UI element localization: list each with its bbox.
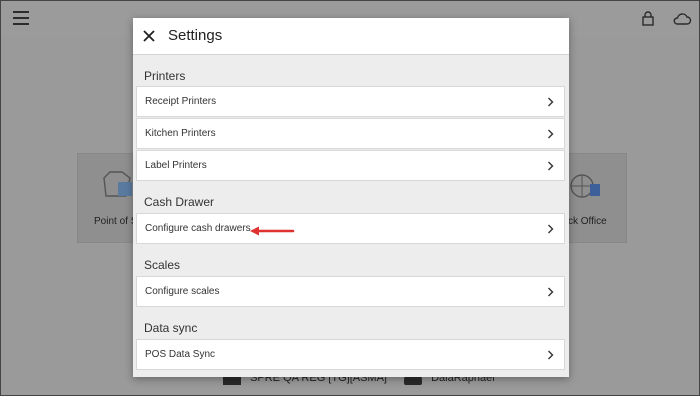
menu-icon[interactable] — [13, 11, 29, 25]
section-title-scales: Scales — [144, 258, 181, 272]
tile-label: Point of S — [94, 216, 138, 227]
row-label: Configure cash drawers — [145, 223, 251, 234]
tile-label: ck Office — [568, 216, 607, 227]
modal-header: Settings — [133, 18, 569, 55]
section-title-cash-drawer: Cash Drawer — [144, 195, 215, 209]
chevron-right-icon — [548, 97, 554, 107]
close-icon[interactable] — [139, 26, 159, 46]
settings-row-receipt-printers[interactable]: Receipt Printers — [136, 86, 565, 117]
chevron-right-icon — [548, 161, 554, 171]
cloud-icon[interactable] — [672, 12, 692, 26]
section-title-printers: Printers — [144, 69, 186, 83]
cart-icon — [103, 171, 132, 197]
row-label: POS Data Sync — [145, 349, 216, 360]
chevron-right-icon — [548, 224, 554, 234]
settings-row-kitchen-printers[interactable]: Kitchen Printers — [136, 118, 565, 149]
app-frame: Point of S ck Office SPRE QA REG [TG][AS… — [0, 0, 700, 396]
chevron-right-icon — [548, 287, 554, 297]
settings-row-label-printers[interactable]: Label Printers — [136, 150, 565, 181]
chevron-right-icon — [548, 350, 554, 360]
settings-row-configure-cash-drawers[interactable]: Configure cash drawers — [136, 213, 565, 244]
settings-modal: Settings Printers Receipt Printers Kitch… — [133, 18, 569, 377]
globe-plug-icon — [570, 174, 600, 198]
row-label: Receipt Printers — [145, 96, 217, 107]
chevron-right-icon — [548, 129, 554, 139]
lock-icon[interactable] — [642, 11, 654, 26]
section-title-data-sync: Data sync — [144, 321, 198, 335]
modal-title: Settings — [168, 27, 223, 44]
row-label: Label Printers — [145, 160, 207, 171]
settings-row-pos-data-sync[interactable]: POS Data Sync — [136, 339, 565, 370]
settings-row-configure-scales[interactable]: Configure scales — [136, 276, 565, 307]
row-label: Configure scales — [145, 286, 220, 297]
annotation-arrow — [250, 226, 295, 236]
row-label: Kitchen Printers — [145, 128, 216, 139]
